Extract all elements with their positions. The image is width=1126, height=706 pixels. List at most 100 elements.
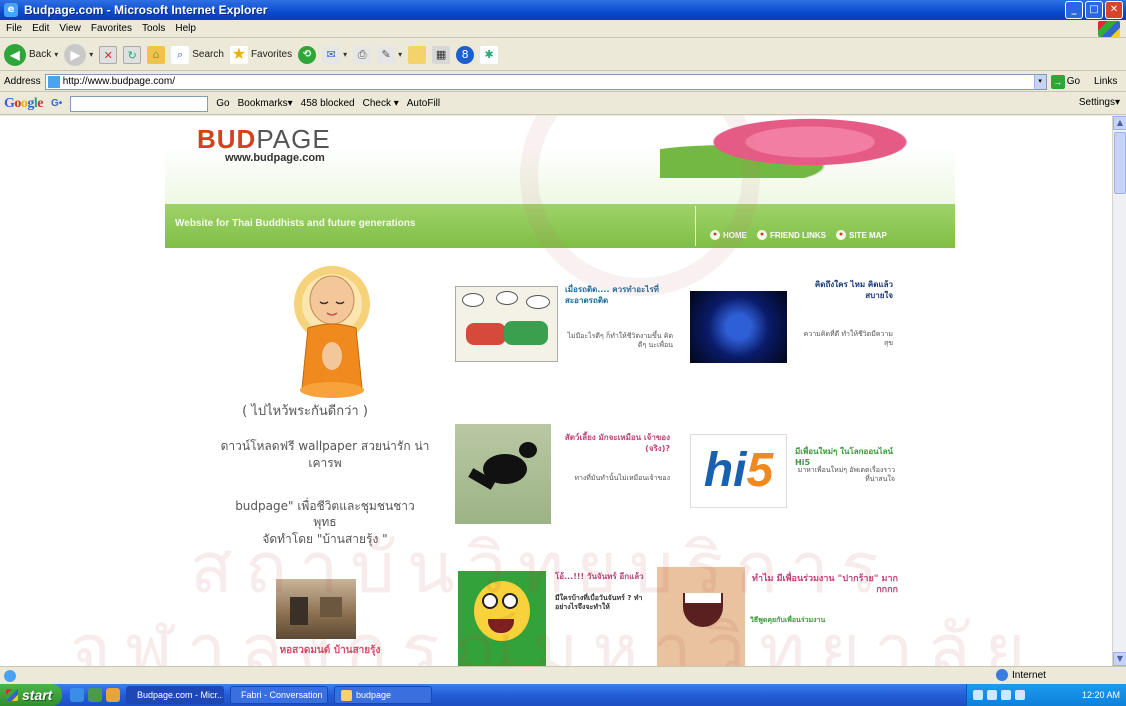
links-button[interactable]: Links (1094, 76, 1117, 87)
card-title-5[interactable]: โอ้...!!! วันจันทร์ อีกแล้ว (555, 571, 665, 582)
edit-icon: ✎ (377, 45, 396, 64)
monk-cartoon-image[interactable] (282, 258, 382, 406)
print-icon[interactable]: ⎙ (353, 45, 372, 64)
maximize-button[interactable]: □ (1085, 1, 1103, 19)
google-g-button[interactable]: G• (51, 98, 62, 109)
volume-icon[interactable] (1001, 690, 1011, 700)
back-label: Back (29, 49, 52, 60)
search-icon: ⌕ (171, 45, 190, 64)
address-input[interactable]: http://www.budpage.com/ ▾ (44, 73, 1047, 90)
mail-icon: ✉ (322, 45, 341, 64)
menu-help[interactable]: Help (175, 23, 196, 34)
wallpaper-download-text[interactable]: ดาวน์โหลดฟรี wallpaper สวยน่ารัก น่าเคาร… (205, 438, 445, 472)
plugin-icon[interactable]: ✱ (480, 45, 499, 64)
google-go-button[interactable]: Go (216, 98, 229, 109)
nav-site-map[interactable]: ● SITE MAP (836, 230, 887, 240)
edit-button[interactable]: ✎ ▾ (377, 45, 402, 64)
back-button[interactable]: ◀ Back ▾ (4, 43, 58, 66)
internet-zone-icon (996, 669, 1008, 681)
address-label: Address (4, 76, 41, 87)
card-title-4[interactable]: มีเพื่อนใหม่ๆ ในโลกออนไลน์ Hi5 (795, 446, 895, 468)
header-banner: BUDPAGE www.budpage.com (165, 116, 960, 218)
taskbar-item-budpage[interactable]: Budpage.com - Micr... (126, 686, 224, 704)
page-icon (47, 75, 60, 88)
address-url: http://www.budpage.com/ (62, 76, 175, 87)
nav-home-label: HOME (723, 230, 747, 240)
bookmarks-button[interactable]: Bookmarks▾ (238, 98, 293, 109)
menu-bar: File Edit View Favorites Tools Help (0, 20, 1126, 38)
forward-arrow-icon: ▶ (64, 43, 87, 66)
logo-page: PAGE (256, 124, 331, 154)
ie-quicklaunch-icon[interactable] (70, 688, 84, 702)
firefox-quicklaunch-icon[interactable] (106, 688, 120, 702)
laughing-face-image[interactable] (657, 567, 745, 666)
history-icon[interactable]: ⟲ (298, 45, 317, 64)
go-arrow-icon: → (1050, 74, 1065, 89)
media-quicklaunch-icon[interactable] (88, 688, 102, 702)
stop-icon[interactable]: ✕ (99, 45, 118, 64)
traffic-cartoon-image[interactable] (455, 286, 558, 362)
autofill-button[interactable]: AutoFill (407, 98, 440, 109)
card-title-6[interactable]: ทำไม มีเพื่อนร่วมงาน "ปากร้าย" มาก กกกก (750, 574, 898, 596)
menu-tools[interactable]: Tools (142, 23, 165, 34)
window-controls: _ □ ✕ (1065, 1, 1123, 19)
task-label: budpage (356, 690, 392, 700)
research-icon[interactable]: ▦ (432, 45, 451, 64)
messenger-icon[interactable]: 8 (456, 45, 475, 64)
vertical-scrollbar[interactable]: ▲ ▼ (1112, 116, 1126, 666)
home-icon[interactable]: ⌂ (147, 45, 166, 64)
address-bar: Address http://www.budpage.com/ ▾ → Go Li… (0, 72, 1126, 92)
close-button[interactable]: ✕ (1105, 1, 1123, 19)
card-body-5: มีใครบ้างที่เบื่อวันจันทร์ ? ทำอย่างไรจึ… (555, 594, 643, 611)
refresh-icon[interactable]: ↻ (123, 45, 142, 64)
card-title-2[interactable]: คิดถึงใคร ไหม คิดแล้วสบายใจ (795, 279, 893, 301)
folder-icon[interactable] (408, 45, 427, 64)
blue-butterfly-image[interactable] (690, 291, 787, 363)
google-settings-button[interactable]: Settings▾ (1079, 97, 1120, 108)
divider (695, 206, 696, 246)
clock[interactable]: 12:20 AM (1082, 690, 1120, 700)
tray-icon[interactable] (973, 690, 983, 700)
title-bar[interactable]: e Budpage.com - Microsoft Internet Explo… (0, 0, 1126, 20)
building-photo[interactable] (276, 579, 356, 639)
favorites-button[interactable]: ★ Favorites (229, 45, 292, 64)
menu-favorites[interactable]: Favorites (91, 23, 132, 34)
taskbar-item-conversation[interactable]: Fabri - Conversation (230, 686, 328, 704)
card-title-1[interactable]: เมื่อรถติด.... ควรทำอะไรที่สะอาดรถติด (565, 284, 673, 306)
tray-icon[interactable] (987, 690, 997, 700)
card-title-3[interactable]: สัตว์เลี้ยง มักจะเหมือน เจ้าของ (จริง)? (558, 432, 670, 454)
spell-check-button[interactable]: Check ▾ (363, 98, 399, 109)
scroll-down-icon[interactable]: ▼ (1113, 652, 1126, 666)
forward-button[interactable]: ▶ ▾ (64, 43, 93, 66)
bottom-caption[interactable]: หอสวดมนต์ บ้านสายรุ้ง (230, 643, 430, 658)
menu-view[interactable]: View (59, 23, 81, 34)
crow-photo[interactable] (455, 424, 551, 524)
nav-friend-links[interactable]: ● FRIEND LINKS (757, 230, 826, 240)
scroll-thumb[interactable] (1114, 132, 1126, 194)
network-icon[interactable] (1015, 690, 1025, 700)
budpage-logo[interactable]: BUDPAGE www.budpage.com (197, 124, 331, 164)
address-dropdown-icon[interactable]: ▾ (1033, 74, 1046, 89)
windows-flag-icon (6, 689, 18, 701)
hi5-logo-image[interactable]: hi5 (690, 434, 787, 508)
scroll-up-icon[interactable]: ▲ (1113, 116, 1126, 130)
card-body-3: ทางที่มันทำนั้นไม่เหมือนเจ้าของ (574, 474, 670, 482)
mail-button[interactable]: ✉ ▾ (322, 45, 347, 64)
nav-home[interactable]: ● HOME (710, 230, 747, 240)
search-button[interactable]: ⌕ Search (171, 45, 224, 64)
start-button[interactable]: start (0, 684, 62, 706)
taskbar: start Budpage.com - Micr... Fabri - Conv… (0, 684, 1126, 706)
go-button[interactable]: → Go (1050, 74, 1080, 89)
menu-file[interactable]: File (6, 23, 22, 34)
monk-caption[interactable]: ( ไปไหว้พระกันดีกว่า ) (165, 400, 445, 421)
popup-blocked-button[interactable]: 458 blocked (301, 98, 355, 109)
nav-site-map-label: SITE MAP (849, 230, 887, 240)
taskbar-item-folder[interactable]: budpage (334, 686, 432, 704)
minimize-button[interactable]: _ (1065, 1, 1083, 19)
logo-url: www.budpage.com (225, 152, 325, 164)
menu-edit[interactable]: Edit (32, 23, 49, 34)
google-search-input[interactable] (70, 95, 209, 112)
site-tagline: Website for Thai Buddhists and future ge… (175, 218, 416, 229)
homer-cartoon-image[interactable] (458, 571, 546, 666)
bullet-icon: ● (836, 230, 846, 240)
